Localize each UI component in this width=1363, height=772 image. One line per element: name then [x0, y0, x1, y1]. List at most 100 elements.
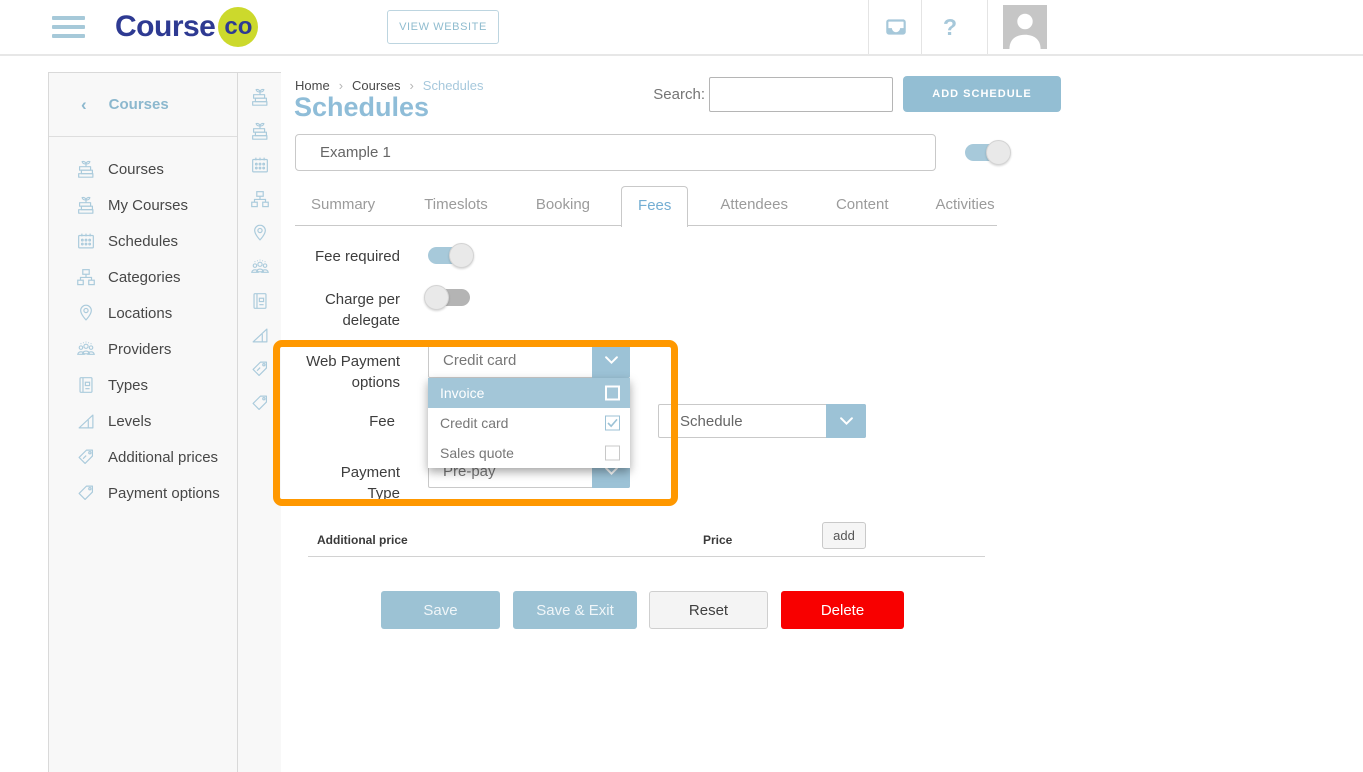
- charge-per-delegate-toggle[interactable]: [426, 285, 472, 310]
- categories-icon[interactable]: [249, 188, 271, 210]
- web-payment-dropdown: Invoice Credit card Sales quote: [428, 378, 630, 468]
- tab-fees[interactable]: Fees: [621, 186, 688, 227]
- add-price-button[interactable]: add: [822, 522, 866, 549]
- hamburger-menu-icon[interactable]: [52, 16, 85, 39]
- charge-per-delegate-label: Charge per delegate: [316, 289, 400, 331]
- schedule-name-input[interactable]: [295, 134, 936, 171]
- view-website-button[interactable]: VIEW WEBSITE: [387, 10, 499, 44]
- schedules-icon[interactable]: [249, 154, 271, 176]
- sidebar-item-payment-options[interactable]: Payment options: [49, 475, 237, 511]
- tab-activities[interactable]: Activities: [920, 186, 1011, 225]
- payment-options-icon[interactable]: [249, 392, 271, 414]
- save-button[interactable]: Save: [381, 591, 500, 629]
- dropdown-option-invoice[interactable]: Invoice: [428, 378, 630, 408]
- fee-required-label: Fee required: [290, 246, 400, 267]
- search-input[interactable]: [709, 77, 893, 112]
- option-label: Credit card: [440, 415, 508, 431]
- inbox-icon: [883, 14, 909, 40]
- inbox-button[interactable]: [876, 0, 916, 54]
- tab-summary[interactable]: Summary: [295, 186, 391, 225]
- locations-icon[interactable]: [249, 222, 271, 244]
- sidebar-item-levels[interactable]: Levels: [49, 403, 237, 439]
- delete-button[interactable]: Delete: [781, 591, 904, 629]
- checkbox-unchecked[interactable]: [605, 446, 620, 461]
- page-title: Schedules: [294, 92, 429, 123]
- sidebar-header-label: Courses: [109, 96, 169, 113]
- tab-timeslots[interactable]: Timeslots: [408, 186, 504, 225]
- tab-attendees[interactable]: Attendees: [704, 186, 804, 225]
- tab-bar: Summary Timeslots Booking Fees Attendees…: [295, 186, 997, 226]
- schedule-enabled-toggle[interactable]: [963, 140, 1009, 165]
- chevron-down-icon: [592, 343, 630, 378]
- avatar[interactable]: [1003, 5, 1047, 49]
- sidebar-item-courses[interactable]: Courses: [49, 151, 237, 187]
- breadcrumb-separator: ›: [339, 78, 343, 93]
- types-icon[interactable]: [249, 290, 271, 312]
- sidebar-item-providers[interactable]: Providers: [49, 331, 237, 367]
- sidebar-item-categories[interactable]: Categories: [49, 259, 237, 295]
- logo: Course co: [115, 7, 258, 47]
- divider: [921, 0, 922, 54]
- logo-text: Course: [115, 10, 215, 44]
- tab-booking[interactable]: Booking: [520, 186, 606, 225]
- web-payment-select[interactable]: Credit card: [428, 343, 630, 378]
- web-payment-selected-value: Credit card: [443, 344, 516, 377]
- fee-scope-select[interactable]: Schedule: [658, 404, 866, 438]
- sidebar-item-label: Types: [108, 377, 148, 394]
- reset-button[interactable]: Reset: [649, 591, 768, 629]
- top-bar: Course co VIEW WEBSITE ?: [0, 0, 1363, 56]
- side-panel: ‹ Courses Courses My Courses Schedules: [48, 72, 281, 772]
- sidebar-item-additional-prices[interactable]: Additional prices: [49, 439, 237, 475]
- sidebar-item-label: Additional prices: [108, 449, 218, 466]
- sidebar-item-schedules[interactable]: Schedules: [49, 223, 237, 259]
- checkbox-checked[interactable]: [605, 416, 620, 431]
- providers-icon[interactable]: [249, 256, 271, 278]
- page: Course co VIEW WEBSITE ? ‹ Courses: [0, 0, 1363, 772]
- person-icon: [1003, 5, 1047, 49]
- sidebar: ‹ Courses Courses My Courses Schedules: [49, 73, 238, 772]
- sidebar-item-label: Payment options: [108, 485, 220, 502]
- chevron-left-icon: ‹: [81, 95, 87, 115]
- payment-options-icon: [75, 482, 97, 504]
- help-button[interactable]: ?: [930, 0, 970, 54]
- sidebar-item-locations[interactable]: Locations: [49, 295, 237, 331]
- fee-scope-selected-value: Schedule: [680, 405, 743, 437]
- price-column-header: Price: [703, 533, 732, 547]
- breadcrumb: Home › Courses › Schedules: [295, 78, 484, 93]
- sidebar-item-my-courses[interactable]: My Courses: [49, 187, 237, 223]
- breadcrumb-separator: ›: [409, 78, 413, 93]
- breadcrumb-home[interactable]: Home: [295, 78, 330, 93]
- icon-rail: [238, 73, 281, 772]
- categories-icon: [75, 266, 97, 288]
- payment-type-label: Payment Type: [330, 462, 400, 504]
- search-label: Search:: [600, 86, 705, 103]
- sidebar-item-label: Categories: [108, 269, 181, 286]
- levels-icon[interactable]: [249, 324, 271, 346]
- providers-icon: [75, 338, 97, 360]
- my-courses-icon: [75, 194, 97, 216]
- types-icon: [75, 374, 97, 396]
- breadcrumb-courses[interactable]: Courses: [352, 78, 400, 93]
- my-courses-icon[interactable]: [249, 120, 271, 142]
- web-payment-options-label: Web Payment options: [300, 351, 400, 393]
- courses-icon: [75, 158, 97, 180]
- sidebar-item-types[interactable]: Types: [49, 367, 237, 403]
- dropdown-option-sales-quote[interactable]: Sales quote: [428, 438, 630, 468]
- locations-icon: [75, 302, 97, 324]
- courses-icon[interactable]: [249, 86, 271, 108]
- save-exit-button[interactable]: Save & Exit: [513, 591, 637, 629]
- fee-label: Fee: [295, 411, 395, 432]
- fee-required-toggle[interactable]: [426, 243, 472, 268]
- breadcrumb-schedules: Schedules: [423, 78, 484, 93]
- tab-content[interactable]: Content: [820, 186, 905, 225]
- logo-circle: co: [218, 7, 258, 47]
- option-label: Sales quote: [440, 445, 514, 461]
- dropdown-option-credit-card[interactable]: Credit card: [428, 408, 630, 438]
- sidebar-back-header[interactable]: ‹ Courses: [49, 73, 237, 137]
- additional-prices-icon[interactable]: [249, 358, 271, 380]
- checkbox-unchecked[interactable]: [605, 386, 620, 401]
- add-schedule-button[interactable]: ADD SCHEDULE: [903, 76, 1061, 112]
- sidebar-item-label: Schedules: [108, 233, 178, 250]
- sidebar-item-label: Locations: [108, 305, 172, 322]
- divider: [987, 0, 988, 54]
